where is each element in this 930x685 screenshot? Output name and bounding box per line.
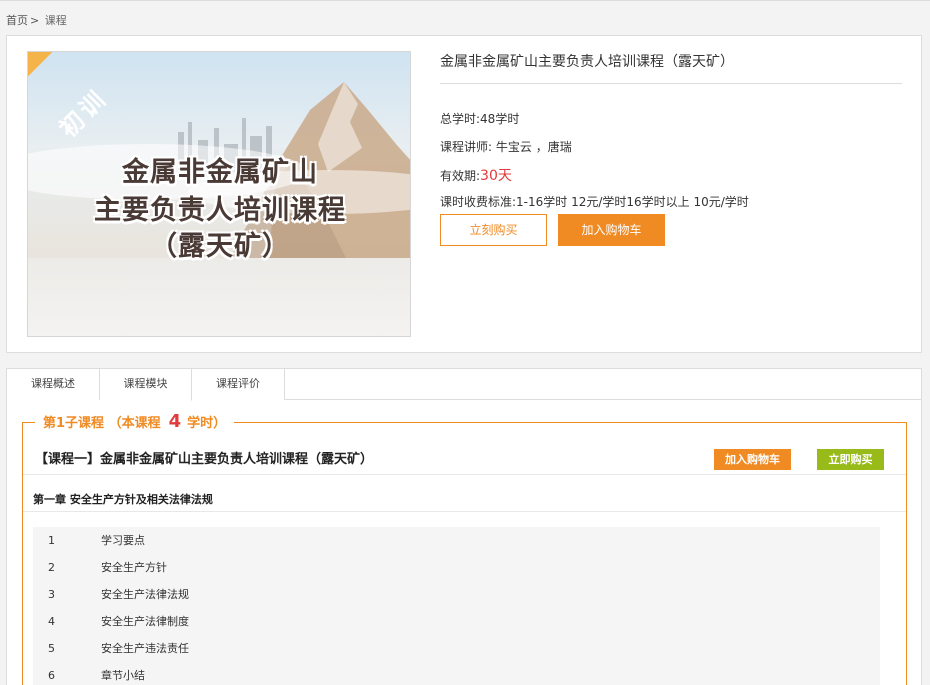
lesson-item[interactable]: 2 安全生产方针: [33, 554, 880, 581]
course-detail-panel: 课程概述 课程模块 课程评价 第1子课程 （本课程 4 学时） 【课程一】金属非金属…: [6, 368, 922, 685]
divider: [23, 511, 906, 512]
lesson-number: 6: [48, 669, 55, 682]
lesson-title: 安全生产法律制度: [101, 615, 189, 628]
lesson-title: 章节小结: [101, 669, 145, 682]
course-info: 金属非金属矿山主要负责人培训课程（露天矿） 总学时:48学时 课程讲师: 牛宝云…: [440, 51, 902, 246]
top-bar: 首页 > 课程: [0, 0, 930, 35]
sub-course-box: 第1子课程 （本课程 4 学时） 【课程一】金属非金属矿山主要负责人培训课程（露天矿…: [22, 411, 907, 685]
legend-hours: 4: [168, 411, 182, 432]
validity-label: 有效期:: [440, 169, 481, 183]
cover-ground: [28, 258, 410, 336]
breadcrumb-separator: >: [30, 14, 40, 27]
lesson-item[interactable]: 6 章节小结: [33, 662, 880, 685]
validity-value: 30天: [480, 168, 512, 184]
chapter-title: 第一章 安全生产方针及相关法律法规: [33, 493, 213, 506]
course-summary-panel: 初训 金属非金属矿山 主要负责人培训课程 （露天矿） 金属非金属矿山主要负责人培…: [6, 35, 922, 353]
lesson-number: 1: [48, 534, 55, 547]
legend-open: （本课程: [108, 416, 161, 431]
validity-row: 有效期:30天: [440, 165, 512, 185]
lesson-item[interactable]: 5 安全生产违法责任: [33, 635, 880, 662]
tab-reviews[interactable]: 课程评价: [192, 369, 285, 400]
teacher-names: 牛宝云 ，唐瑞: [495, 140, 572, 154]
lesson-number: 3: [48, 588, 55, 601]
buy-now-button[interactable]: 立刻购买: [440, 214, 547, 246]
breadcrumb-current: 课程: [44, 14, 67, 27]
divider: [23, 474, 906, 475]
sub-course-buy-button[interactable]: 立即购买: [817, 449, 884, 470]
cover-title-line-2: 主要负责人培训课程: [94, 195, 346, 226]
lesson-title: 安全生产违法责任: [101, 642, 189, 655]
legend-suffix: 学时）: [187, 416, 227, 431]
lesson-title: 学习要点: [101, 534, 145, 547]
add-to-cart-button[interactable]: 加入购物车: [558, 214, 665, 246]
cover-title-line-3: （露天矿）: [150, 231, 290, 262]
sub-course-title: 【课程一】金属非金属矿山主要负责人培训课程（露天矿）: [35, 452, 374, 467]
tab-modules[interactable]: 课程模块: [100, 369, 192, 401]
total-hours: 总学时:48学时: [440, 112, 520, 126]
lesson-list: 1 学习要点 2 安全生产方针 3 安全生产法律法规 4 安全生产法律制度 5 安全生产违…: [33, 527, 880, 685]
legend-prefix: 第1子课程: [43, 416, 105, 431]
tab-bar: 课程概述 课程模块 课程评价: [7, 369, 921, 401]
course-cover-image: 初训 金属非金属矿山 主要负责人培训课程 （露天矿）: [27, 51, 411, 337]
sub-course-legend: 第1子课程 （本课程 4 学时）: [35, 411, 235, 432]
lesson-number: 4: [48, 615, 55, 628]
teacher-label: 课程讲师:: [440, 140, 493, 154]
cover-title-line-1: 金属非金属矿山: [122, 157, 318, 188]
tab-overview[interactable]: 课程概述: [7, 369, 100, 400]
lesson-title: 安全生产方针: [101, 561, 167, 574]
lesson-item[interactable]: 3 安全生产法律法规: [33, 581, 880, 608]
sub-course-add-to-cart-button[interactable]: 加入购物车: [714, 449, 791, 470]
breadcrumb-home-link[interactable]: 首页: [6, 14, 28, 27]
lesson-number: 2: [48, 561, 55, 574]
lesson-title: 安全生产法律法规: [101, 588, 189, 601]
lesson-number: 5: [48, 642, 55, 655]
course-title: 金属非金属矿山主要负责人培训课程（露天矿）: [440, 51, 902, 84]
lesson-item[interactable]: 1 学习要点: [33, 527, 880, 554]
breadcrumb: 首页 > 课程: [6, 12, 67, 28]
lesson-item[interactable]: 4 安全生产法律制度: [33, 608, 880, 635]
fee-standard: 课时收费标准:1-16学时 12元/学时16学时以上 10元/学时: [440, 195, 749, 209]
teacher-row: 课程讲师: 牛宝云 ，唐瑞: [440, 138, 572, 155]
